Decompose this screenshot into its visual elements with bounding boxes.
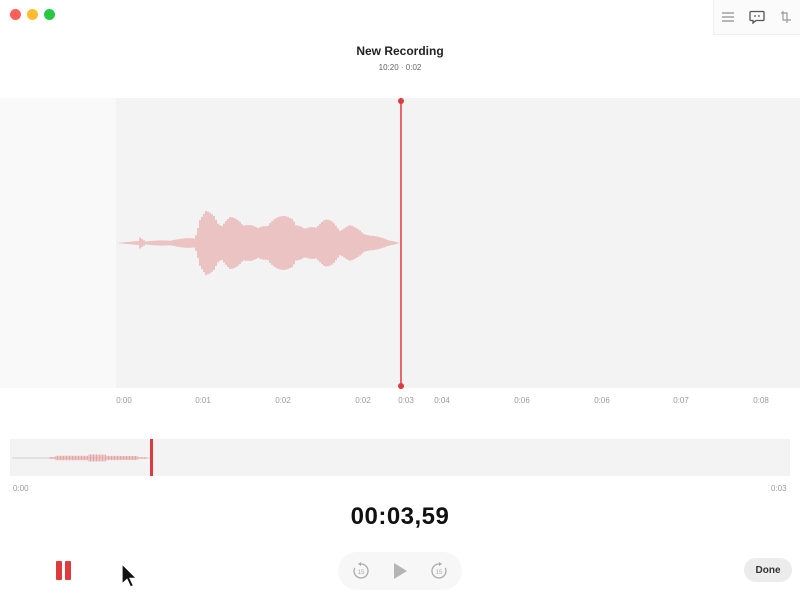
timeline-tick: 0:01 — [195, 396, 211, 405]
timeline-tick: 0:00 — [116, 396, 132, 405]
timeline-tick: 0:08 — [753, 396, 769, 405]
window-controls — [10, 9, 55, 20]
skip-back-label: 15 — [358, 570, 365, 576]
skip-forward-15-icon: 15 — [430, 562, 447, 579]
skip-forward-label: 15 — [435, 570, 442, 576]
pause-button[interactable] — [52, 559, 74, 581]
elapsed-time: 00:03,59 — [350, 503, 450, 530]
overview-playhead[interactable] — [150, 439, 153, 476]
play-button[interactable] — [389, 560, 411, 582]
close-window-button[interactable] — [10, 9, 21, 20]
timeline-ruler: 0:00 0:01 0:02 0:02 0:03 0:04 0:06 0:06 … — [0, 396, 800, 408]
timeline-tick: 0:03 — [398, 396, 414, 405]
timeline-tick: 0:04 — [434, 396, 450, 405]
recording-meta: 10:20 · 0:02 — [378, 63, 422, 72]
playhead-handle[interactable] — [398, 98, 404, 104]
recording-title[interactable]: New Recording — [0, 44, 800, 58]
pause-icon — [55, 560, 62, 580]
skip-forward-button[interactable]: 15 — [428, 560, 450, 582]
timeline-tick: 0:07 — [673, 396, 689, 405]
recording-header: New Recording 10:20 · 0:02 — [0, 44, 800, 72]
minimize-window-button[interactable] — [27, 9, 38, 20]
timeline-tick: 0:06 — [594, 396, 610, 405]
skip-back-button[interactable]: 15 — [350, 560, 372, 582]
waveform-view[interactable] — [0, 98, 800, 390]
timeline-tick: 0:06 — [514, 396, 530, 405]
play-icon — [393, 563, 407, 579]
timeline-tick: 0:02 — [355, 396, 371, 405]
toolbar — [713, 0, 800, 35]
timeline-tick: 0:02 — [275, 396, 291, 405]
overview-scrubber[interactable] — [10, 439, 790, 476]
overview-start-label: 0:00 — [13, 484, 29, 493]
overview-waveform — [12, 439, 153, 476]
done-button[interactable]: Done — [744, 558, 792, 582]
waveform-graphic — [119, 98, 404, 389]
mouse-pointer-icon — [121, 563, 138, 588]
trim-icon[interactable] — [777, 8, 795, 26]
maximize-window-button[interactable] — [44, 9, 55, 20]
list-icon[interactable] — [719, 8, 737, 26]
overview-end-label: 0:03 — [771, 484, 787, 493]
playback-controls: 15 15 — [338, 552, 462, 590]
transcript-icon[interactable] — [748, 8, 766, 26]
skip-back-15-icon: 15 — [353, 562, 369, 579]
playhead-handle[interactable] — [398, 383, 404, 389]
